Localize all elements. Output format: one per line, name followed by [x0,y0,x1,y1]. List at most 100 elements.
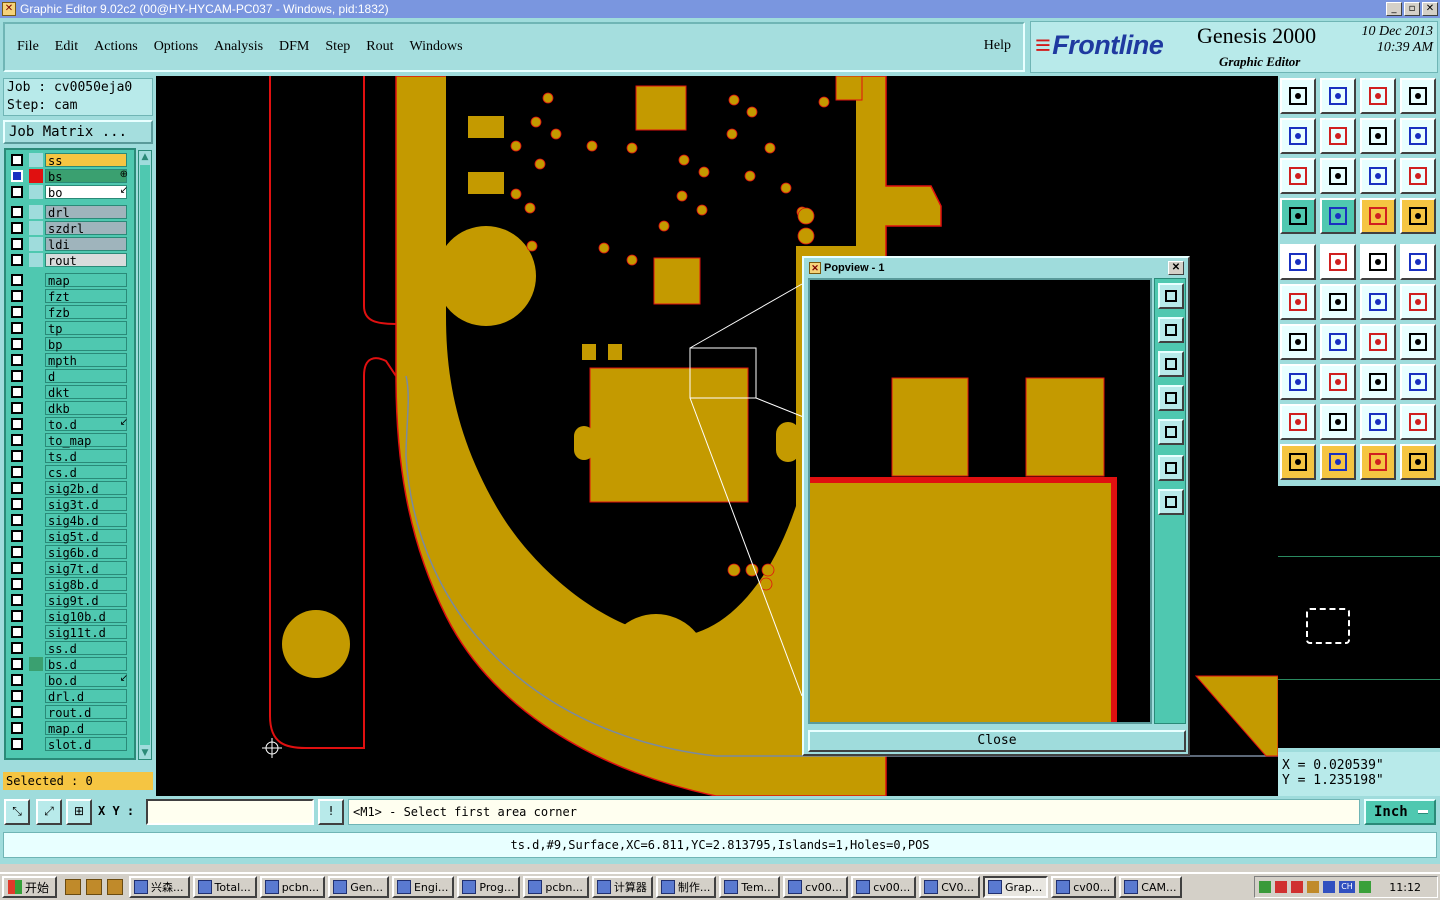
popview-pan-left-icon[interactable] [1158,385,1184,411]
layer-color-swatch[interactable] [29,704,43,719]
layer-color-swatch[interactable] [29,448,43,463]
copy-icon[interactable] [1400,284,1436,320]
layer-checkbox[interactable] [11,705,23,718]
layer-color-swatch[interactable] [29,352,43,367]
route-icon[interactable] [1400,444,1436,480]
layer-color-swatch[interactable] [29,368,43,383]
layer-name[interactable]: slot.d [45,736,127,752]
layer-name[interactable]: rout [45,252,127,268]
layer-row-sig2b-d[interactable]: sig2b.d [8,480,132,496]
unit-selector[interactable]: Inch [1364,799,1436,825]
menu-step[interactable]: Step [323,37,352,57]
layer-checkbox[interactable] [11,465,23,478]
taskbar-button[interactable]: 计算器 [591,876,653,898]
menu-dfm[interactable]: DFM [277,37,311,57]
layer-checkbox[interactable] [11,673,23,686]
popview-center-icon[interactable] [1158,489,1184,515]
layer-name[interactable]: sig6b.d [45,544,127,560]
layer-row-bp[interactable]: bp [8,336,132,352]
grid-snap-icon[interactable]: ⊞ [66,799,92,825]
layer-color-swatch[interactable] [29,152,43,167]
layer-color-swatch[interactable] [29,512,43,527]
tray-icon[interactable] [1275,881,1287,893]
layer-name[interactable]: bs.d [45,656,127,672]
taskbar-button[interactable]: Grap... [982,876,1049,898]
layer-color-swatch[interactable] [29,384,43,399]
layer-row-fzt[interactable]: fzt [8,288,132,304]
layer-checkbox[interactable] [11,545,23,558]
layer-name[interactable]: ss [45,152,127,168]
layer-checkbox[interactable] [11,369,23,382]
zoom-window-icon[interactable] [1400,78,1436,114]
layer-row-drl-d[interactable]: drl.d [8,688,132,704]
layer-row-dkt[interactable]: dkt [8,384,132,400]
menu-actions[interactable]: Actions [92,37,140,57]
layer-checkbox[interactable] [11,513,23,526]
layer-color-swatch[interactable] [29,496,43,511]
layer-name[interactable]: fzt [45,288,127,304]
layer-checkbox[interactable] [11,609,23,622]
layer-name[interactable]: sig10b.d [45,608,127,624]
layer-color-swatch[interactable] [29,720,43,735]
layer-color-swatch[interactable] [29,576,43,591]
layer-color-swatch[interactable] [29,592,43,607]
layer-row-sig6b-d[interactable]: sig6b.d [8,544,132,560]
taskbar-button[interactable]: CV0... [919,876,980,898]
pan-left-icon[interactable] [1280,118,1316,154]
taskbar-button[interactable]: CAM... [1119,876,1183,898]
resize-icon[interactable] [1360,364,1396,400]
layer-row-drl[interactable]: drl [8,204,132,220]
ruler-icon[interactable] [1360,244,1396,280]
fit-screen-icon[interactable] [1280,158,1316,194]
overview-map[interactable] [1278,486,1440,748]
taskbar-button[interactable]: Gen... [328,876,389,898]
pointer-frame-icon[interactable] [1320,444,1356,480]
popview-pan-up-icon[interactable] [1158,317,1184,343]
layer-checkbox[interactable] [11,237,23,250]
layer-checkbox[interactable] [11,205,23,218]
maximize-button[interactable]: ▫ [1404,2,1420,16]
layer-checkbox[interactable] [11,721,23,734]
quick-launch-icon[interactable] [86,879,103,895]
arrow-triangle-icon[interactable] [1320,404,1356,440]
layer-checkbox[interactable] [11,305,23,318]
layer-name[interactable]: d [45,368,127,384]
layer-checkbox[interactable] [11,153,23,166]
layer-checkbox[interactable] [11,385,23,398]
line-icon[interactable] [1280,324,1316,360]
snapshot-icon[interactable] [1280,78,1316,114]
layer-name[interactable]: cs.d [45,464,127,480]
layer-checkbox[interactable] [11,657,23,670]
layer-row-to-d[interactable]: to.d ↙ [8,416,132,432]
layer-name[interactable]: sig9t.d [45,592,127,608]
fill-circle-icon[interactable] [1400,244,1436,280]
layer-row-dkb[interactable]: dkb [8,400,132,416]
layer-checkbox[interactable] [11,417,23,430]
layer-row-ss[interactable]: ss [8,152,132,168]
layer-name[interactable]: sig4b.d [45,512,127,528]
layer-color-swatch[interactable] [29,204,43,219]
layer-checkbox[interactable] [11,289,23,302]
layer-row-sig3t-d[interactable]: sig3t.d [8,496,132,512]
layer-name[interactable]: rout.d [45,704,127,720]
layer-checkbox[interactable] [11,529,23,542]
layer-checkbox[interactable] [11,737,23,750]
layer-name[interactable]: mpth [45,352,127,368]
layer-name[interactable]: dkt [45,384,127,400]
stretch-icon[interactable] [1320,364,1356,400]
taskbar-button[interactable]: Total... [192,876,257,898]
layer-color-swatch[interactable] [29,736,43,751]
layer-name[interactable]: map.d [45,720,127,736]
layer-color-swatch[interactable] [29,688,43,703]
layer-row-d[interactable]: d [8,368,132,384]
layer-checkbox[interactable] [11,561,23,574]
pointer-icon[interactable] [1280,444,1316,480]
menu-analysis[interactable]: Analysis [212,37,265,57]
minimize-button[interactable]: _ [1386,2,1402,16]
layer-checkbox[interactable] [11,449,23,462]
layer-name[interactable]: dkb [45,400,127,416]
layer-name[interactable]: bo [45,184,127,200]
layer-name[interactable]: sig3t.d [45,496,127,512]
layer-color-swatch[interactable] [29,304,43,319]
layer-row-slot-d[interactable]: slot.d [8,736,132,752]
